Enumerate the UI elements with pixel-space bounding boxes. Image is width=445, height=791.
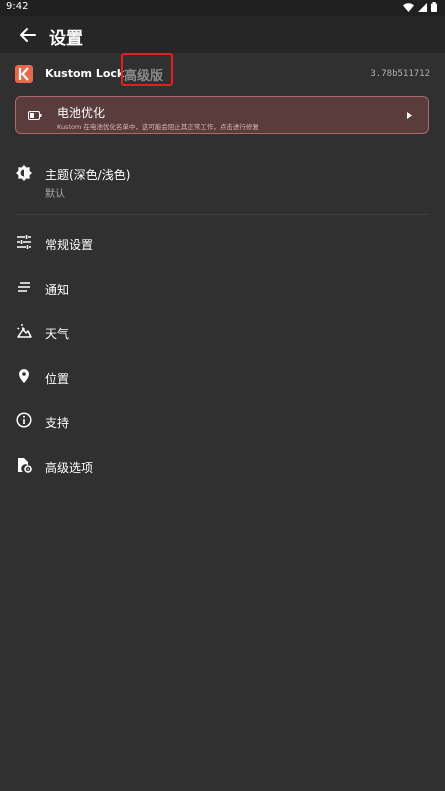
info-icon <box>16 412 32 428</box>
menu-item-support[interactable]: 支持 <box>0 406 445 436</box>
menu-label: 支持 <box>45 416 70 430</box>
menu-item-weather[interactable]: 天气 <box>0 317 445 347</box>
menu-label: 位置 <box>45 372 70 386</box>
menu-label: 天气 <box>45 327 70 341</box>
play-arrow-icon <box>407 112 412 119</box>
signal-icon <box>418 2 427 12</box>
sliders-icon <box>17 235 31 249</box>
file-settings-icon <box>18 458 32 473</box>
kustom-logo-icon <box>15 65 33 83</box>
pro-highlight-box <box>121 53 173 86</box>
app-bar: 设置 <box>0 16 445 53</box>
status-time: 9:42 <box>6 1 29 12</box>
wifi-icon <box>403 2 414 12</box>
battery-optimization-card[interactable]: 电池优化 Kustom 在电池优化名单中，这可能会阻止其正常工作，点击进行修复 <box>15 96 429 134</box>
app-name: Kustom Lock <box>45 67 125 80</box>
menu-item-advanced-options[interactable]: 高级选项 <box>0 451 445 481</box>
battery-card-title: 电池优化 <box>57 106 106 120</box>
notes-icon <box>18 282 30 292</box>
back-arrow-icon[interactable] <box>18 25 38 45</box>
location-pin-icon <box>19 369 29 383</box>
menu-label: 通知 <box>45 283 70 297</box>
menu-item-location[interactable]: 位置 <box>0 362 445 392</box>
menu-label: 高级选项 <box>45 461 94 475</box>
page-title: 设置 <box>49 29 83 49</box>
theme-setting[interactable]: 主题(深色/浅色) 默认 <box>0 157 445 203</box>
weather-icon <box>17 324 32 338</box>
version-label: 3.78b511712 <box>370 69 430 79</box>
status-bar: 9:42 <box>0 0 445 16</box>
theme-value: 默认 <box>45 189 65 200</box>
brand-row: Kustom Lock 高级版 3.78b511712 <box>0 53 445 93</box>
battery-status-icon <box>431 2 437 12</box>
divider <box>15 214 429 215</box>
menu-item-notifications[interactable]: 通知 <box>0 273 445 303</box>
battery-card-description: Kustom 在电池优化名单中，这可能会阻止其正常工作，点击进行修复 <box>57 123 259 131</box>
brightness-icon <box>16 165 32 181</box>
menu-label: 常规设置 <box>45 238 94 252</box>
status-icons <box>403 2 437 12</box>
menu-item-general-settings[interactable]: 常规设置 <box>0 228 445 258</box>
theme-title: 主题(深色/浅色) <box>45 168 131 182</box>
battery-icon <box>28 111 42 120</box>
